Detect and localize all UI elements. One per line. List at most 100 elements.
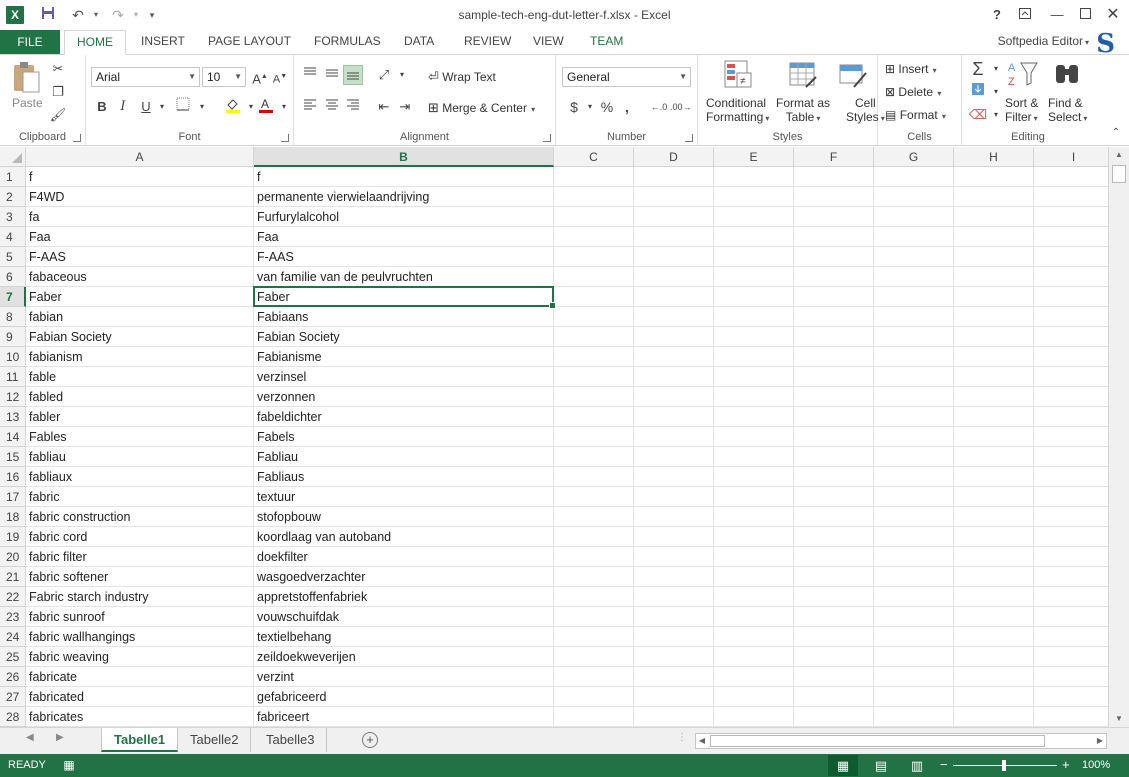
normal-view-icon[interactable]: ▦ [828,755,858,776]
cell-a25[interactable]: fabric weaving [26,647,254,667]
cell-e22[interactable] [714,587,794,607]
cell-i7[interactable] [1034,287,1108,307]
fill-dropdown-icon[interactable]: ▾ [986,82,1006,102]
cell-i6[interactable] [1034,267,1108,287]
cell-g12[interactable] [874,387,954,407]
column-header-d[interactable]: D [634,147,714,167]
cell-b5[interactable]: F-AAS [254,247,554,267]
cell-f19[interactable] [794,527,874,547]
zoom-slider-knob[interactable] [1002,760,1006,771]
tab-insert[interactable]: INSERT [129,30,197,55]
collapse-ribbon-icon[interactable]: ⌃ [1106,123,1126,143]
sort-filter-icon[interactable]: AZ [1007,59,1039,89]
cell-i28[interactable] [1034,707,1108,727]
cell-b9[interactable]: Fabian Society [254,327,554,347]
cell-h25[interactable] [954,647,1034,667]
cell-d21[interactable] [634,567,714,587]
cell-f4[interactable] [794,227,874,247]
cell-b1[interactable]: f [254,167,554,187]
page-break-view-icon[interactable]: ▥ [902,755,932,776]
cell-h1[interactable] [954,167,1034,187]
cell-a11[interactable]: fable [26,367,254,387]
cell-b10[interactable]: Fabianisme [254,347,554,367]
format-as-table-button[interactable]: Format as Table ▾ [776,96,830,124]
cell-a4[interactable]: Faa [26,227,254,247]
cell-e1[interactable] [714,167,794,187]
cell-g14[interactable] [874,427,954,447]
cell-g21[interactable] [874,567,954,587]
cell-d7[interactable] [634,287,714,307]
cell-b13[interactable]: fabeldichter [254,407,554,427]
cell-g6[interactable] [874,267,954,287]
cell-f6[interactable] [794,267,874,287]
cell-e21[interactable] [714,567,794,587]
scroll-up-icon[interactable]: ▲ [1109,147,1129,163]
cell-h6[interactable] [954,267,1034,287]
cell-b23[interactable]: vouwschuifdak [254,607,554,627]
cell-f5[interactable] [794,247,874,267]
cell-g23[interactable] [874,607,954,627]
cell-g4[interactable] [874,227,954,247]
cell-i19[interactable] [1034,527,1108,547]
ribbon-display-options-icon[interactable] [1014,5,1036,25]
cell-g24[interactable] [874,627,954,647]
cell-b12[interactable]: verzonnen [254,387,554,407]
cell-g19[interactable] [874,527,954,547]
cell-h18[interactable] [954,507,1034,527]
cell-h12[interactable] [954,387,1034,407]
row-header[interactable]: 26 [0,667,26,687]
cell-c26[interactable] [554,667,634,687]
row-header[interactable]: 7 [0,287,26,307]
cell-g11[interactable] [874,367,954,387]
cell-h16[interactable] [954,467,1034,487]
comma-style-button[interactable]: , [617,97,637,117]
cell-c2[interactable] [554,187,634,207]
cell-i18[interactable] [1034,507,1108,527]
cell-h21[interactable] [954,567,1034,587]
find-select-button[interactable]: Find & Select ▾ [1048,96,1087,124]
sheet-tab-tabelle3[interactable]: Tabelle3 [254,728,328,752]
cell-c12[interactable] [554,387,634,407]
cell-e26[interactable] [714,667,794,687]
column-header-h[interactable]: H [954,147,1034,167]
cell-f25[interactable] [794,647,874,667]
cell-b11[interactable]: verzinsel [254,367,554,387]
cell-a23[interactable]: fabric sunroof [26,607,254,627]
percent-button[interactable]: % [597,97,617,117]
cell-a27[interactable]: fabricated [26,687,254,707]
cell-h28[interactable] [954,707,1034,727]
cell-b22[interactable]: appretstoffenfabriek [254,587,554,607]
cell-d3[interactable] [634,207,714,227]
row-header[interactable]: 4 [0,227,26,247]
cell-f14[interactable] [794,427,874,447]
row-header[interactable]: 24 [0,627,26,647]
row-header[interactable]: 8 [0,307,26,327]
cell-h5[interactable] [954,247,1034,267]
cell-g18[interactable] [874,507,954,527]
column-header-e[interactable]: E [714,147,794,167]
cell-g25[interactable] [874,647,954,667]
orientation-dropdown-icon[interactable]: ▾ [392,65,412,85]
tab-page-layout[interactable]: PAGE LAYOUT [196,30,303,55]
cell-d5[interactable] [634,247,714,267]
cell-h14[interactable] [954,427,1034,447]
cell-h15[interactable] [954,447,1034,467]
cell-i17[interactable] [1034,487,1108,507]
number-format-select[interactable]: General ▼ [562,67,691,87]
cell-d10[interactable] [634,347,714,367]
cell-e8[interactable] [714,307,794,327]
cell-h20[interactable] [954,547,1034,567]
cell-a10[interactable]: fabianism [26,347,254,367]
decrease-decimal-icon[interactable]: .00→ [670,97,692,117]
cell-e11[interactable] [714,367,794,387]
cell-g27[interactable] [874,687,954,707]
sort-filter-button[interactable]: Sort & Filter ▾ [1005,96,1038,124]
cell-g1[interactable] [874,167,954,187]
column-header-i[interactable]: I [1034,147,1108,167]
cell-c4[interactable] [554,227,634,247]
paste-icon[interactable] [10,61,42,93]
wrap-text-button[interactable]: ⏎ Wrap Text [428,69,496,85]
cell-h7[interactable] [954,287,1034,307]
cell-c21[interactable] [554,567,634,587]
cell-g5[interactable] [874,247,954,267]
